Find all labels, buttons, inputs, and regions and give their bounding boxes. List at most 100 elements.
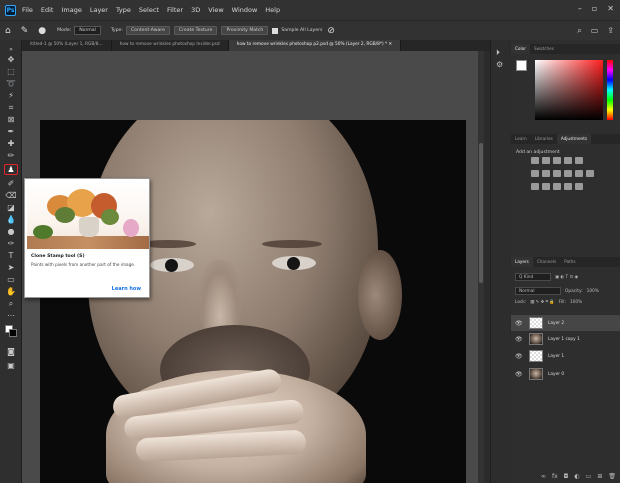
new-layer-icon[interactable]: ⊞ xyxy=(597,473,602,480)
menu-help[interactable]: Help xyxy=(265,6,280,14)
properties-panel-icon[interactable]: ⚙ xyxy=(496,60,503,69)
black-white-icon[interactable] xyxy=(553,170,561,177)
delete-layer-icon[interactable]: 🗑 xyxy=(608,473,616,480)
menu-image[interactable]: Image xyxy=(61,6,81,14)
color-lookup-icon[interactable] xyxy=(586,170,594,177)
levels-icon[interactable] xyxy=(542,157,550,164)
history-panel-icon[interactable]: ⏵ xyxy=(496,48,500,58)
history-brush-tool-icon[interactable]: ✐ xyxy=(4,178,18,189)
crop-tool-icon[interactable]: ⌗ xyxy=(4,102,18,113)
proximity-match-button[interactable]: Proximity Match xyxy=(221,26,269,35)
add-mask-icon[interactable]: ◘ xyxy=(564,473,569,480)
vertical-scrollbar[interactable] xyxy=(478,51,484,483)
new-adjustment-icon[interactable]: ◐ xyxy=(574,473,579,480)
lock-icons[interactable]: ▦ ✎ ✥ ⌗ 🔒 xyxy=(530,300,555,305)
tab-layers[interactable]: Layers xyxy=(511,257,533,267)
screen-mode-icon[interactable]: ▣ xyxy=(4,360,18,371)
hue-saturation-icon[interactable] xyxy=(531,170,539,177)
pen-tool-icon[interactable]: ✑ xyxy=(4,238,18,249)
layer-row[interactable]: 👁 Layer 2 xyxy=(511,315,620,331)
eyedropper-tool-icon[interactable]: ✒ xyxy=(4,126,18,137)
filter-icons[interactable]: ▣ ◐ T ⊡ ◉ xyxy=(555,275,578,280)
path-select-tool-icon[interactable]: ➤ xyxy=(4,262,18,273)
zoom-tool-icon[interactable]: ⌕ xyxy=(4,298,18,309)
menu-3d[interactable]: 3D xyxy=(191,6,200,14)
tab-color[interactable]: Color xyxy=(511,44,530,54)
blend-mode-select[interactable]: Normal xyxy=(515,287,561,295)
scrollbar-thumb[interactable] xyxy=(479,143,483,283)
close-button[interactable]: ✕ xyxy=(607,4,614,13)
opacity-value[interactable]: 100% xyxy=(587,289,599,294)
new-group-icon[interactable]: ▭ xyxy=(586,473,592,480)
background-color-swatch[interactable] xyxy=(9,329,17,337)
minimize-button[interactable]: – xyxy=(578,4,582,13)
quick-mask-icon[interactable]: ◙ xyxy=(4,346,18,357)
invert-icon[interactable] xyxy=(531,183,539,190)
brush-preset-icon[interactable]: ● xyxy=(38,26,46,36)
tab-adjustments[interactable]: Adjustments xyxy=(556,134,592,144)
share-icon[interactable]: ⇪ xyxy=(607,26,614,36)
document-image[interactable] xyxy=(40,120,466,483)
channel-mixer-icon[interactable] xyxy=(575,170,583,177)
layer-style-icon[interactable]: fx xyxy=(552,473,558,480)
quick-select-tool-icon[interactable]: ⚡ xyxy=(4,90,18,101)
menu-view[interactable]: View xyxy=(208,6,223,14)
more-tools-icon[interactable]: ⋯ xyxy=(4,310,18,321)
vibrance-icon[interactable] xyxy=(575,157,583,164)
visibility-eye-icon[interactable]: 👁 xyxy=(515,353,525,360)
selective-color-icon[interactable] xyxy=(575,183,583,190)
shape-tool-icon[interactable]: ▭ xyxy=(4,274,18,285)
photo-filter-icon[interactable] xyxy=(564,170,572,177)
clone-stamp-tool-icon[interactable]: ♟ xyxy=(4,164,18,175)
gradient-tool-icon[interactable]: ◪ xyxy=(4,202,18,213)
search-icon[interactable]: ⌕ xyxy=(577,26,581,36)
workspace-icon[interactable]: ▭ xyxy=(591,26,599,36)
color-picker-field[interactable] xyxy=(535,60,603,120)
brush-tool-icon[interactable]: ✏ xyxy=(4,150,18,161)
panel-foreground-swatch[interactable] xyxy=(516,60,527,71)
tab-libraries[interactable]: Libraries xyxy=(531,134,557,144)
tab-learn[interactable]: Learn xyxy=(511,134,531,144)
layer-row[interactable]: 👁 Layer 1 copy 1 xyxy=(511,331,620,347)
exposure-icon[interactable] xyxy=(564,157,572,164)
tab-swatches[interactable]: Swatches xyxy=(530,44,558,54)
hand-tool-icon[interactable]: ✋ xyxy=(4,286,18,297)
tab-paths[interactable]: Paths xyxy=(560,257,579,267)
eraser-tool-icon[interactable]: ⌫ xyxy=(4,190,18,201)
fill-value[interactable]: 100% xyxy=(570,300,582,305)
mode-select[interactable]: Normal xyxy=(74,26,101,35)
menu-edit[interactable]: Edit xyxy=(41,6,54,14)
tab-document-1[interactable]: ititled-1 @ 50% (Layer 1, RGB/8... xyxy=(22,40,112,51)
learn-how-link[interactable]: Learn how xyxy=(112,286,141,292)
menu-select[interactable]: Select xyxy=(139,6,159,14)
threshold-icon[interactable] xyxy=(553,183,561,190)
content-aware-button[interactable]: Content-Aware xyxy=(125,26,170,35)
gradient-map-icon[interactable] xyxy=(564,183,572,190)
dodge-tool-icon[interactable]: ● xyxy=(4,226,18,237)
visibility-eye-icon[interactable]: 👁 xyxy=(515,371,525,378)
hue-slider[interactable] xyxy=(607,60,613,120)
type-tool-icon[interactable]: T xyxy=(4,250,18,261)
home-icon[interactable]: ⌂ xyxy=(5,26,11,36)
menu-type[interactable]: Type xyxy=(116,6,131,14)
layer-row[interactable]: 👁 Layer 0 xyxy=(511,366,620,382)
posterize-icon[interactable] xyxy=(542,183,550,190)
maximize-button[interactable]: ▫ xyxy=(592,4,597,13)
visibility-eye-icon[interactable]: 👁 xyxy=(515,336,525,343)
curves-icon[interactable] xyxy=(553,157,561,164)
brightness-icon[interactable] xyxy=(531,157,539,164)
marquee-tool-icon[interactable]: ⬚ xyxy=(4,66,18,77)
frame-tool-icon[interactable]: ⊠ xyxy=(4,114,18,125)
tab-document-2[interactable]: how to remove wrinkles photoshop Insider… xyxy=(112,40,229,51)
lasso-tool-icon[interactable]: ➰ xyxy=(4,78,18,89)
pressure-icon[interactable]: ⊘ xyxy=(327,26,335,36)
healing-brush-tool-icon[interactable]: ✚ xyxy=(4,138,18,149)
create-texture-button[interactable]: Create Texture xyxy=(173,26,218,35)
menu-layer[interactable]: Layer xyxy=(90,6,108,14)
menu-filter[interactable]: Filter xyxy=(167,6,183,14)
menu-window[interactable]: Window xyxy=(232,6,258,14)
color-balance-icon[interactable] xyxy=(542,170,550,177)
tab-document-3[interactable]: how to remove wrinkles photoshop p2.psd … xyxy=(228,40,402,51)
sample-all-layers-checkbox[interactable] xyxy=(272,27,279,34)
spot-healing-tool-icon[interactable]: ✎ xyxy=(21,26,29,36)
